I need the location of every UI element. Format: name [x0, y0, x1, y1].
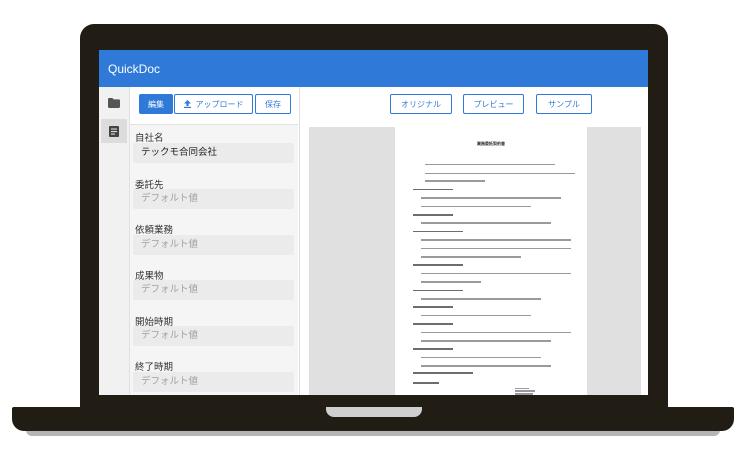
- document-text-line: [413, 289, 463, 292]
- document-title: 業務委託契約書: [477, 141, 505, 146]
- document-text-line: [413, 188, 453, 191]
- document-text-line: [421, 239, 571, 241]
- form-toolbar: 編集 アップロード 保存: [130, 87, 298, 125]
- rail-folder-button[interactable]: [101, 91, 127, 115]
- app-bar: QuickDoc: [99, 50, 648, 87]
- company-name-input[interactable]: テックモ合同会社: [133, 143, 294, 163]
- document-text-line: [421, 365, 551, 367]
- upload-button-label: アップロード: [195, 99, 244, 109]
- tab-preview[interactable]: プレビュー: [463, 94, 524, 114]
- laptop-notch: [326, 407, 422, 417]
- document-text-line: [421, 340, 551, 342]
- document-text-line: [421, 205, 531, 208]
- upload-icon: [183, 100, 191, 108]
- icon-rail: [99, 87, 130, 395]
- laptop-shadow: [26, 430, 720, 436]
- document-text-line: [515, 392, 533, 395]
- upload-button[interactable]: アップロード: [174, 94, 253, 114]
- tab-original[interactable]: オリジナル: [390, 94, 452, 114]
- document-text-line: [421, 272, 571, 275]
- document-text-line: [421, 256, 521, 258]
- document-text-line: [421, 222, 551, 224]
- document-text-line: [421, 247, 571, 250]
- document-text-line: [421, 356, 541, 359]
- document-text-line: [425, 180, 485, 182]
- contractor-input[interactable]: デフォルト値: [133, 189, 294, 209]
- start-date-input[interactable]: デフォルト値: [133, 326, 294, 346]
- save-button[interactable]: 保存: [255, 94, 291, 114]
- view-tabs: オリジナル プレビュー サンプル: [300, 87, 648, 121]
- document-text-line: [425, 172, 575, 175]
- preview-area: オリジナル プレビュー サンプル 業務委託契約書: [299, 87, 648, 395]
- rail-document-button[interactable]: [101, 119, 127, 143]
- task-input[interactable]: デフォルト値: [133, 235, 294, 255]
- document-icon: [109, 125, 119, 137]
- document-text-line: [515, 387, 529, 390]
- document-text-line: [413, 264, 463, 266]
- document-text-line: [413, 371, 473, 374]
- document-text-line: [421, 331, 571, 334]
- app-screen: QuickDoc 編集 アップロード 保存 自社名 テックモ合同会社 委託先 デ…: [99, 50, 648, 395]
- document-text-line: [425, 163, 555, 166]
- field-label-company: 自社名: [135, 133, 164, 144]
- tab-sample[interactable]: サンプル: [536, 94, 592, 114]
- document-text-line: [421, 314, 531, 317]
- folder-icon: [108, 98, 120, 108]
- document-text-line: [413, 306, 453, 308]
- document-text-line: [421, 281, 481, 283]
- edit-button[interactable]: 編集: [139, 94, 173, 114]
- form-fields: 自社名 テックモ合同会社 委託先 デフォルト値 依頼業務 デフォルト値 成果物 …: [130, 125, 298, 395]
- field-label-end: 終了時期: [135, 362, 174, 373]
- form-panel: 編集 アップロード 保存 自社名 テックモ合同会社 委託先 デフォルト値 依頼業…: [130, 87, 298, 395]
- document-text-line: [413, 348, 453, 350]
- document-text-line: [515, 390, 535, 392]
- document-text-line: [413, 230, 463, 233]
- document-text-line: [421, 298, 541, 300]
- document-viewport[interactable]: 業務委託契約書: [309, 127, 641, 395]
- document-text-line: [413, 214, 453, 216]
- end-date-input[interactable]: デフォルト値: [133, 372, 294, 392]
- document-page: 業務委託契約書: [395, 127, 587, 395]
- document-text-line: [413, 323, 453, 325]
- document-text-line: [413, 382, 439, 384]
- field-label-task: 依頼業務: [135, 225, 174, 236]
- deliverable-input[interactable]: デフォルト値: [133, 280, 294, 300]
- app-title: QuickDoc: [108, 62, 161, 76]
- document-text-line: [421, 197, 561, 199]
